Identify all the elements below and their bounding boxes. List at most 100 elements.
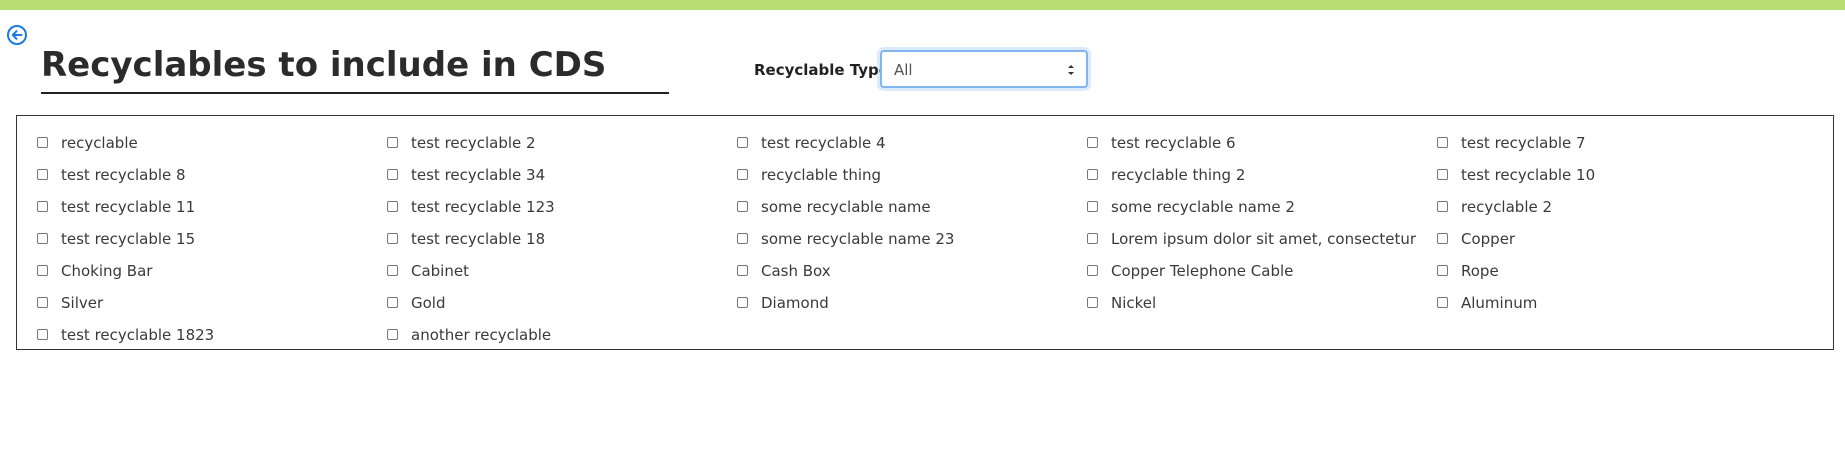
page-title: Recyclables to include in CDS [41, 45, 607, 85]
recyclable-item[interactable]: Silver [37, 287, 387, 319]
recyclable-item[interactable]: test recyclable 15 [37, 223, 387, 255]
recyclable-checkbox[interactable] [37, 232, 48, 244]
recyclable-checkbox[interactable] [1087, 168, 1098, 180]
recyclable-item[interactable]: Copper Telephone Cable [1087, 255, 1437, 287]
recyclable-label: Rope [1461, 262, 1499, 280]
recyclable-checkbox[interactable] [1437, 200, 1448, 212]
recyclable-checkbox[interactable] [387, 296, 398, 308]
recyclable-checkbox[interactable] [387, 264, 398, 276]
recyclable-item[interactable]: test recyclable 10 [1437, 159, 1787, 191]
recyclable-item[interactable]: Lorem ipsum dolor sit amet, consectetur [1087, 223, 1437, 255]
recyclable-checkbox[interactable] [737, 200, 748, 212]
recyclable-item[interactable]: test recyclable 18 [387, 223, 737, 255]
recyclable-checkbox[interactable] [1437, 168, 1448, 180]
recyclable-label: Lorem ipsum dolor sit amet, consectetur [1111, 230, 1417, 248]
recyclable-label: Gold [411, 294, 446, 312]
recyclable-checkbox[interactable] [737, 264, 748, 276]
recyclable-checkbox[interactable] [1437, 136, 1448, 148]
recyclable-item[interactable]: test recyclable 7 [1437, 127, 1787, 159]
recyclable-item[interactable]: Diamond [737, 287, 1087, 319]
recyclable-label: test recyclable 8 [61, 166, 186, 184]
recyclables-grid: recyclable test recyclable 2 test recyclab… [37, 127, 1787, 351]
recyclable-label: Copper [1461, 230, 1516, 248]
recyclable-label: Nickel [1111, 294, 1157, 312]
recyclable-checkbox[interactable] [1087, 296, 1098, 308]
recyclable-checkbox[interactable] [1087, 232, 1098, 244]
recyclable-checkbox[interactable] [1437, 264, 1448, 276]
recyclable-label: test recyclable 2 [411, 134, 536, 152]
recyclable-checkbox[interactable] [37, 328, 48, 340]
recyclable-label: recyclable thing 2 [1111, 166, 1246, 184]
recyclable-checkbox[interactable] [1437, 296, 1448, 308]
recyclable-item[interactable]: some recyclable name [737, 191, 1087, 223]
recyclable-checkbox[interactable] [387, 136, 398, 148]
recyclable-item[interactable]: test recyclable 11 [37, 191, 387, 223]
recyclable-checkbox[interactable] [387, 168, 398, 180]
recyclable-checkbox[interactable] [37, 136, 48, 148]
recyclable-checkbox[interactable] [37, 200, 48, 212]
recyclable-label: Cash Box [761, 262, 831, 280]
arrow-left-circle-icon [7, 25, 27, 45]
recyclable-item[interactable]: some recyclable name 23 [737, 223, 1087, 255]
recyclable-label: Silver [61, 294, 104, 312]
recyclable-item[interactable]: recyclable thing 2 [1087, 159, 1437, 191]
recyclable-label: test recyclable 7 [1461, 134, 1586, 152]
recyclable-item[interactable]: Aluminum [1437, 287, 1787, 319]
recyclable-item[interactable]: test recyclable 1823 [37, 319, 387, 351]
recyclable-type-label: Recyclable Type: [754, 61, 895, 79]
recyclable-item[interactable]: test recyclable 8 [37, 159, 387, 191]
recyclable-type-selected-value: All [894, 61, 913, 79]
recyclable-item[interactable]: another recyclable [387, 319, 737, 351]
recyclable-item[interactable]: Copper [1437, 223, 1787, 255]
recyclable-checkbox[interactable] [737, 136, 748, 148]
back-button[interactable] [6, 24, 28, 46]
select-caret-icon [1068, 65, 1074, 75]
recyclable-label: test recyclable 123 [411, 198, 555, 216]
recyclable-item[interactable]: recyclable [37, 127, 387, 159]
recyclable-checkbox[interactable] [737, 232, 748, 244]
recyclable-label: some recyclable name [761, 198, 931, 216]
recyclable-checkbox[interactable] [387, 200, 398, 212]
recyclable-item[interactable]: test recyclable 123 [387, 191, 737, 223]
recyclable-item[interactable]: test recyclable 4 [737, 127, 1087, 159]
recyclable-checkbox[interactable] [1437, 232, 1448, 244]
recyclable-item[interactable]: Nickel [1087, 287, 1437, 319]
recyclable-label: test recyclable 15 [61, 230, 196, 248]
recyclable-item[interactable]: recyclable thing [737, 159, 1087, 191]
recyclable-checkbox[interactable] [37, 168, 48, 180]
recyclable-label: test recyclable 10 [1461, 166, 1596, 184]
recyclable-label: Choking Bar [61, 262, 153, 280]
recyclable-label: recyclable [61, 134, 138, 152]
title-underline [41, 92, 669, 94]
recyclable-label: test recyclable 34 [411, 166, 546, 184]
recyclable-item[interactable]: test recyclable 2 [387, 127, 737, 159]
recyclable-checkbox[interactable] [1087, 136, 1098, 148]
recyclable-item[interactable]: test recyclable 34 [387, 159, 737, 191]
recyclable-checkbox[interactable] [37, 296, 48, 308]
recyclable-label: test recyclable 4 [761, 134, 886, 152]
recyclable-label: some recyclable name 2 [1111, 198, 1295, 216]
recyclable-checkbox[interactable] [387, 328, 398, 340]
top-accent-bar [0, 0, 1845, 10]
recyclable-label: some recyclable name 23 [761, 230, 955, 248]
recyclable-item[interactable]: Gold [387, 287, 737, 319]
recyclable-item[interactable]: some recyclable name 2 [1087, 191, 1437, 223]
recyclable-item[interactable]: Cash Box [737, 255, 1087, 287]
recyclable-label: Diamond [761, 294, 829, 312]
recyclable-checkbox[interactable] [387, 232, 398, 244]
recyclable-item[interactable]: Cabinet [387, 255, 737, 287]
recyclable-item[interactable]: recyclable 2 [1437, 191, 1787, 223]
recyclable-checkbox[interactable] [1087, 200, 1098, 212]
recyclable-label: test recyclable 11 [61, 198, 196, 216]
recyclable-checkbox[interactable] [37, 264, 48, 276]
recyclable-label: recyclable 2 [1461, 198, 1553, 216]
recyclable-checkbox[interactable] [737, 168, 748, 180]
recyclable-item[interactable]: test recyclable 6 [1087, 127, 1437, 159]
recyclable-label: test recyclable 18 [411, 230, 546, 248]
recyclable-label: test recyclable 6 [1111, 134, 1236, 152]
recyclable-type-select[interactable]: All [880, 50, 1088, 88]
recyclable-checkbox[interactable] [737, 296, 748, 308]
recyclable-checkbox[interactable] [1087, 264, 1098, 276]
recyclable-item[interactable]: Rope [1437, 255, 1787, 287]
recyclable-item[interactable]: Choking Bar [37, 255, 387, 287]
